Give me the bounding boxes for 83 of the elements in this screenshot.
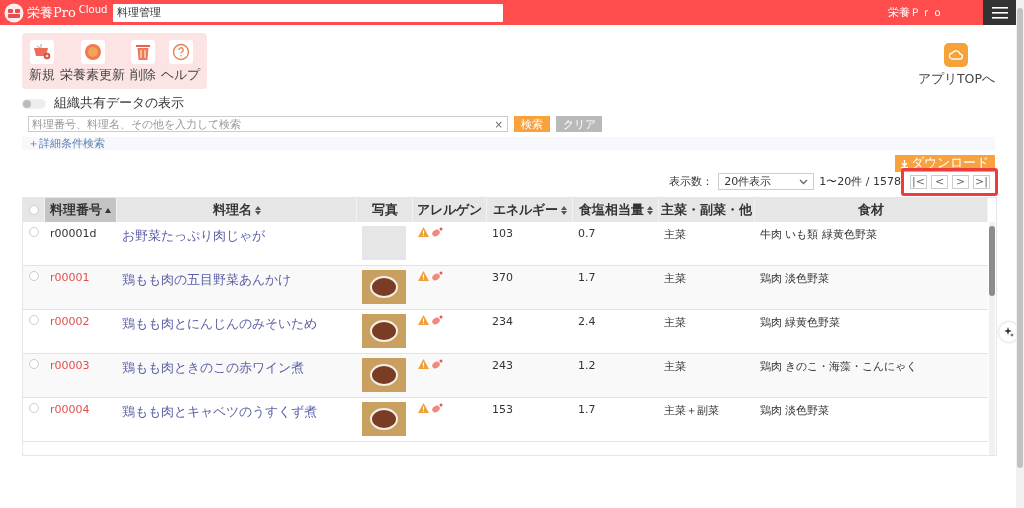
per-page-select[interactable]: 20件表示: [718, 173, 815, 190]
energy-value: 153: [492, 403, 513, 416]
recipe-name-link[interactable]: 鶏もも肉ときのこの赤ワイン煮: [122, 360, 304, 375]
meat-icon: [431, 227, 443, 237]
salt-value: 2.4: [578, 315, 596, 328]
recipe-number: r00003: [50, 359, 90, 372]
page-button[interactable]: >: [952, 174, 969, 189]
pot-icon: [32, 43, 52, 61]
warning-icon: [418, 359, 429, 369]
app-name: 栄養Ｐｒｏ: [888, 5, 943, 20]
per-page-label: 表示数：: [669, 174, 714, 189]
row-radio[interactable]: [29, 271, 39, 281]
chevron-down-icon: [799, 178, 809, 185]
dish-category: 主菜: [664, 316, 686, 329]
energy-value: 103: [492, 227, 513, 240]
page-button[interactable]: <: [931, 174, 948, 189]
row-radio[interactable]: [29, 403, 39, 413]
sort-icon: [560, 205, 567, 215]
sort-icon: [254, 205, 261, 215]
sparkle-button[interactable]: [999, 322, 1019, 342]
toggle-label: 組織共有データの表示: [54, 95, 184, 112]
select-all-radio[interactable]: [28, 205, 39, 215]
download-icon: [901, 159, 908, 168]
result-range: 1〜20件 / 1578: [819, 174, 901, 189]
row-radio[interactable]: [29, 227, 39, 237]
ingredients-text: 鶏肉 淡色野菜: [760, 272, 830, 285]
dish-category: 主菜: [664, 272, 686, 285]
salt-value: 1.7: [578, 403, 596, 416]
sparkle-icon: [1004, 327, 1014, 337]
help-icon: [171, 43, 190, 61]
dish-category: 主菜＋副菜: [664, 404, 719, 417]
menu-icon: [991, 6, 1008, 19]
meat-icon: [431, 403, 443, 413]
meat-icon: [431, 315, 443, 325]
recipe-name-link[interactable]: お野菜たっぷり肉じゃが: [122, 228, 265, 243]
dish-category: 主菜: [664, 360, 686, 373]
warning-icon: [418, 271, 429, 281]
toolbar-button[interactable]: 栄養素更新: [60, 40, 125, 84]
recipe-number: r00001: [50, 271, 90, 284]
ingredients-text: 牛肉 いも類 緑黄色野菜: [760, 228, 877, 241]
sort-icon: [646, 205, 653, 215]
ingredients-text: 鶏肉 緑黄色野菜: [760, 316, 841, 329]
energy-value: 370: [492, 271, 513, 284]
dish-category: 主菜: [664, 228, 686, 241]
toggle-switch[interactable]: [22, 98, 46, 109]
page-button[interactable]: >|: [973, 174, 990, 189]
page-scrollbar[interactable]: [1016, 0, 1024, 508]
energy-value: 234: [492, 315, 513, 328]
warning-icon: [418, 403, 429, 413]
sort-up-icon: [105, 207, 111, 213]
recipe-name-link[interactable]: 鶏もも肉とにんじんのみそいため: [122, 316, 317, 331]
ingredients-text: 鶏肉 きのこ・海藻・こんにゃく: [760, 360, 918, 373]
page-title-field[interactable]: 料理管理: [113, 3, 504, 22]
warning-icon: [418, 227, 429, 237]
row-radio[interactable]: [29, 315, 39, 325]
warning-icon: [418, 315, 429, 325]
advanced-search-link[interactable]: ＋詳細条件検索: [28, 136, 105, 151]
recipe-number: r00004: [50, 403, 90, 416]
search-field[interactable]: 料理番号、料理名、その他を入力して検索 ×: [28, 116, 508, 132]
salt-value: 1.2: [578, 359, 596, 372]
table-scrollbar[interactable]: [989, 222, 995, 455]
ingredients-text: 鶏肉 淡色野菜: [760, 404, 830, 417]
salt-value: 1.7: [578, 271, 596, 284]
row-radio[interactable]: [29, 359, 39, 369]
logo-icon: [4, 2, 24, 23]
logo-superscript: Cloud: [78, 3, 108, 15]
energy-value: 243: [492, 359, 513, 372]
clear-icon[interactable]: ×: [494, 118, 507, 130]
trash-icon: [135, 43, 151, 61]
toolbar-button[interactable]: ヘルプ: [161, 40, 200, 84]
menu-button[interactable]: [983, 0, 1016, 25]
salt-value: 0.7: [578, 227, 596, 240]
recipe-name-link[interactable]: 鶏もも肉の五目野菜あんかけ: [122, 272, 291, 287]
recipe-number: r00002: [50, 315, 90, 328]
meat-icon: [431, 271, 443, 281]
recipe-name-link[interactable]: 鶏もも肉とキャベツのうすくず煮: [122, 404, 317, 419]
cloud-icon: [949, 50, 964, 60]
logo-text: 栄養Pro: [27, 3, 76, 22]
app-top-button[interactable]: アプリTOPへ: [918, 43, 995, 88]
column-header[interactable]: 料理番号: [45, 198, 117, 222]
meat-icon: [431, 359, 443, 369]
recipe-number: r00001d: [50, 227, 97, 240]
page-button[interactable]: |<: [910, 174, 927, 189]
